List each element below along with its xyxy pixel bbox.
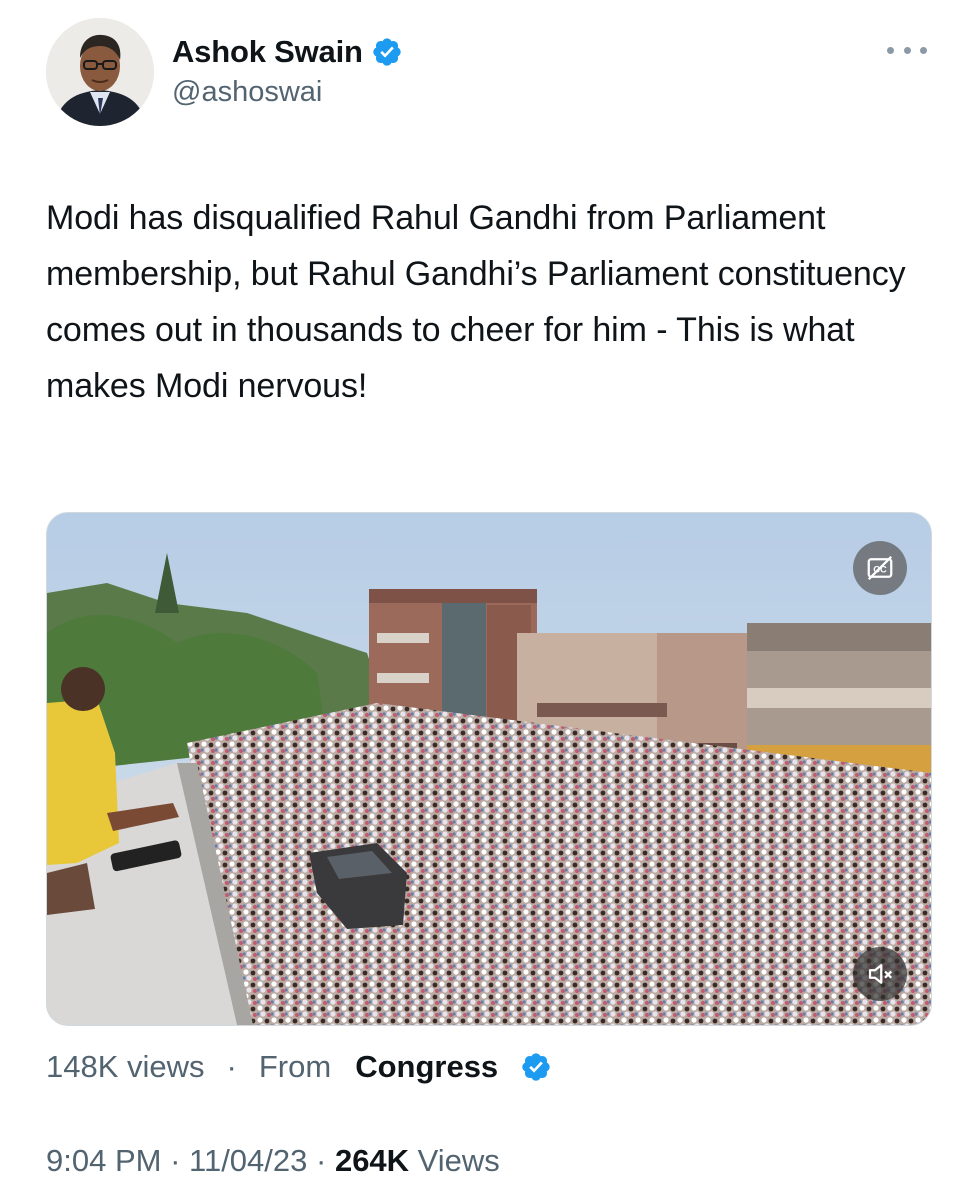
video-player[interactable]: CC [46,512,932,1026]
author-display-name[interactable]: Ashok Swain [172,34,363,70]
muted-speaker-icon [868,964,893,984]
separator: · [307,1143,335,1178]
tweet-text: Modi has disqualified Rahul Gandhi from … [46,199,906,405]
more-dot-icon [887,46,894,54]
video-source-link[interactable]: Congress [355,1049,498,1085]
video-attribution: 148K views · From Congress [46,1042,552,1092]
avatar-image [46,18,154,126]
tweet-date[interactable]: 11/04/23 [189,1143,307,1179]
verified-badge-icon [520,1051,552,1083]
unmute-button[interactable] [853,947,907,1001]
more-options-button[interactable] [887,38,927,62]
author-name-row: Ashok Swain [172,30,403,74]
separator: · [161,1143,190,1178]
verified-badge-icon [371,36,403,68]
author-handle[interactable]: @ashoswai [172,76,322,109]
from-label: From [258,1049,332,1084]
view-count: 264K [334,1143,410,1178]
video-views: 148K views [46,1049,205,1084]
tweet-meta: 9:04 PM · 11/04/23 · 264K Views [46,1136,500,1186]
tweet-time[interactable]: 9:04 PM [46,1143,161,1179]
captions-button[interactable]: CC [853,541,907,595]
more-dot-icon [903,46,911,54]
views-label: Views [409,1143,500,1178]
video-frame [47,513,931,1025]
tweet: Ashok Swain @ashoswai Modi has disqualif… [0,0,975,1200]
closed-captions-icon: CC [867,555,893,581]
more-dot-icon [920,46,927,54]
author-avatar[interactable] [46,18,154,126]
separator: · [226,1049,237,1084]
